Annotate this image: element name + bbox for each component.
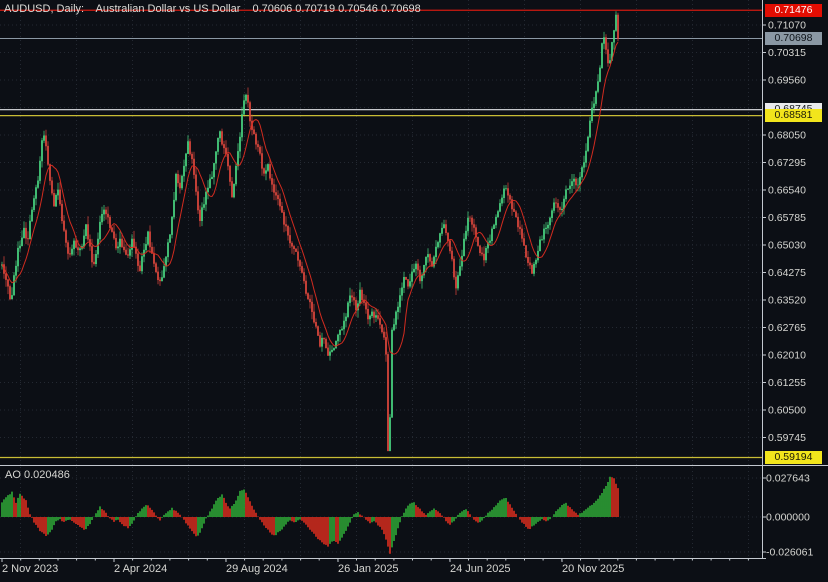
date-tick-label: 2 Nov 2023 — [2, 563, 58, 575]
price-tick-label: 0.59745 — [768, 432, 806, 444]
ao-bars-rising — [2, 477, 610, 548]
chart-ohlc-values: 0.70606 0.70719 0.70546 0.70698 — [252, 3, 420, 15]
ao-axis-label: 0.027643 — [766, 473, 810, 485]
chart-symbol-period: AUDUSD, Daily: — [4, 3, 84, 15]
price-marker-alert-high: 0.71476 — [765, 4, 822, 17]
price-marker-bid: 0.70698 — [765, 32, 822, 45]
date-tick-label: 2 Apr 2024 — [114, 563, 167, 575]
price-chart-canvas[interactable]: 0.71070 0.70315 0.69560 0.68050 0.67295 0.665… — [0, 0, 828, 582]
date-tick-label: 24 Jun 2025 — [450, 563, 511, 575]
ao-axis-label: -0.026061 — [766, 547, 813, 559]
date-tick-label: 20 Nov 2025 — [562, 563, 624, 575]
price-tick-label: 0.62765 — [768, 322, 806, 334]
price-tick-label: 0.61255 — [768, 377, 806, 389]
price-tick-label: 0.69560 — [768, 74, 806, 86]
price-tick-label: 0.60500 — [768, 404, 806, 416]
price-tick-label: 0.63520 — [768, 294, 806, 306]
ao-axis-label: 0.000000 — [766, 512, 810, 524]
price-tick-label: 0.65785 — [768, 212, 806, 224]
price-tick-label: 0.67295 — [768, 157, 806, 169]
ao-bars-falling — [14, 477, 618, 554]
time-tick-marks — [2, 558, 748, 562]
up-candle-wicks — [2, 11, 616, 451]
price-tick-label: 0.70315 — [768, 47, 806, 59]
down-candle-wicks — [4, 13, 618, 451]
price-tick-label: 0.64275 — [768, 267, 806, 279]
price-tick-label: 0.71070 — [768, 20, 806, 32]
ao-indicator-label: AO 0.020486 — [5, 469, 70, 481]
price-tick-label: 0.68050 — [768, 129, 806, 141]
price-marker-yellow-lower: 0.59194 — [765, 451, 822, 464]
chart-description: Australian Dollar vs US Dollar — [96, 3, 241, 15]
price-marker-yellow-upper: 0.68581 — [765, 109, 822, 122]
date-tick-label: 26 Jan 2025 — [338, 563, 399, 575]
chart-title: AUDUSD, Daily: Australian Dollar vs US D… — [4, 2, 430, 16]
horizontal-gridlines — [0, 25, 762, 552]
date-tick-label: 29 Aug 2024 — [226, 563, 288, 575]
price-tick-label: 0.62010 — [768, 349, 806, 361]
vertical-gridlines — [21, 0, 749, 557]
mt5-chart-window: 0.71070 0.70315 0.69560 0.68050 0.67295 0.665… — [0, 0, 828, 582]
price-tick-label: 0.65030 — [768, 239, 806, 251]
price-tick-label: 0.66540 — [768, 184, 806, 196]
